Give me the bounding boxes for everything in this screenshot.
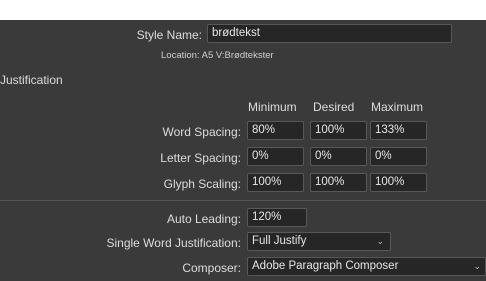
justification-panel: Style Name: brødtekst Location: A5 V:Brø… [0,20,486,281]
location-text: Location: A5 V:Brødtekster [161,50,274,61]
style-name-input[interactable]: brødtekst [207,24,452,43]
column-maximum: Maximum [371,100,424,114]
glyph-scaling-min-input[interactable]: 100% [247,173,304,192]
glyph-scaling-max-input[interactable]: 100% [370,173,427,192]
word-spacing-label: Word Spacing: [162,125,242,139]
composer-value: Adobe Paragraph Composer [252,260,399,272]
word-spacing-min-input[interactable]: 80% [247,121,304,140]
section-title: Justification [0,73,63,87]
word-spacing-desired-input[interactable]: 100% [310,121,367,140]
auto-leading-input[interactable]: 120% [247,208,307,227]
single-word-justification-value: Full Justify [252,235,307,247]
glyph-scaling-desired-input[interactable]: 100% [310,173,367,192]
column-minimum: Minimum [248,100,297,114]
single-word-justification-select[interactable]: Full Justify ⌄ [247,232,391,251]
composer-label: Composer: [182,261,241,275]
composer-select[interactable]: Adobe Paragraph Composer ⌄ [247,257,486,276]
letter-spacing-desired-input[interactable]: 0% [310,147,367,166]
style-name-label: Style Name: [136,28,202,42]
column-desired: Desired [313,100,355,114]
letter-spacing-min-input[interactable]: 0% [247,147,304,166]
chevron-down-icon: ⌄ [473,261,481,271]
auto-leading-label: Auto Leading: [166,212,241,226]
glyph-scaling-label: Glyph Scaling: [163,177,241,191]
chevron-down-icon: ⌄ [376,236,384,246]
letter-spacing-max-input[interactable]: 0% [370,147,427,166]
single-word-justification-label: Single Word Justification: [106,236,241,250]
word-spacing-max-input[interactable]: 133% [370,121,427,140]
section-divider [0,200,486,201]
letter-spacing-label: Letter Spacing: [160,151,241,165]
